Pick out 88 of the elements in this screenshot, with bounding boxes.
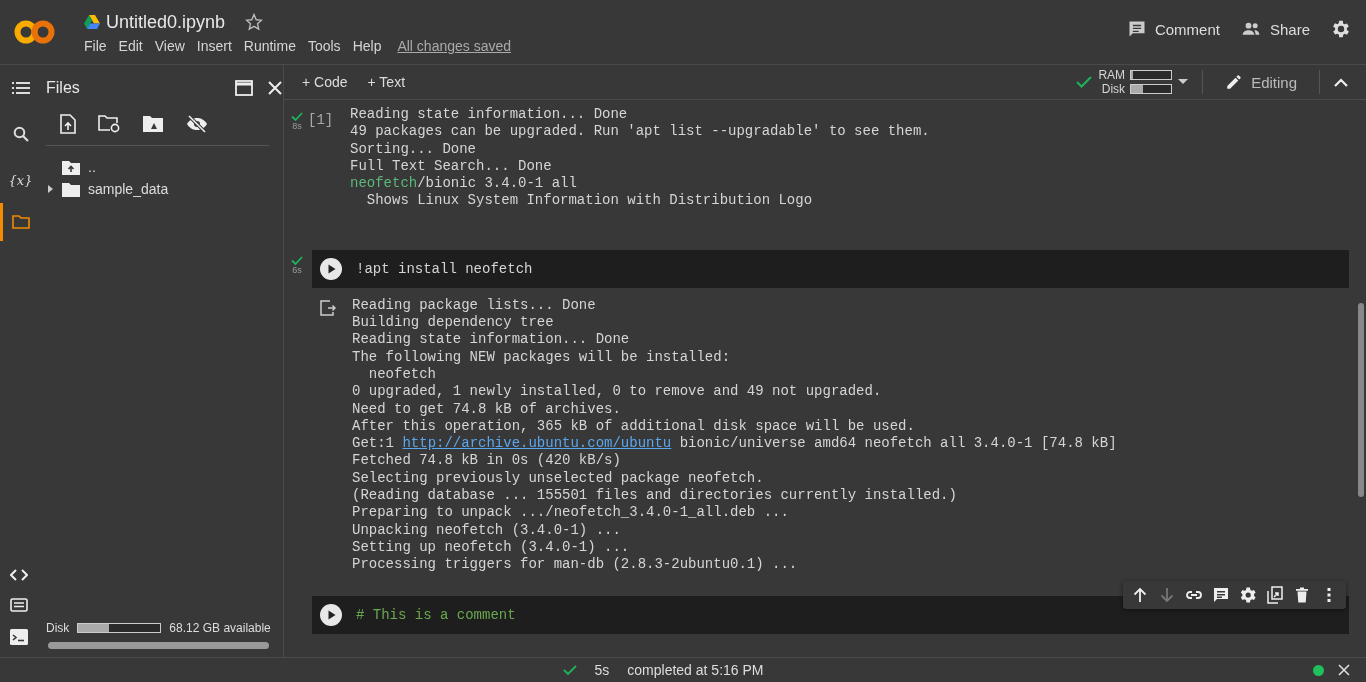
delete-icon[interactable]: [1293, 585, 1311, 604]
hidden-eye-icon[interactable]: [186, 115, 208, 133]
output-line: Building dependency tree: [352, 314, 555, 332]
run-time: 5s: [594, 662, 610, 678]
output-line: neofetch: [367, 365, 437, 384]
output-line: Processing triggers for man-db (2.8.3-2ubuntu0.1) ...: [352, 556, 799, 574]
comment-icon[interactable]: [1212, 585, 1230, 604]
notebook-title[interactable]: Untitled0.ipynb: [106, 11, 226, 33]
ram-label: RAM: [1098, 68, 1126, 82]
output-icon[interactable]: [320, 299, 336, 316]
code-cell[interactable]: # This is a comment: [312, 595, 1349, 634]
collapse-icon[interactable]: [1334, 77, 1348, 87]
output-line: The following NEW packages will be installed:: [352, 348, 732, 366]
output-line: After this operation, 365 kB of additional disk space will be used.: [352, 417, 916, 436]
arrow-up-icon[interactable]: [1131, 585, 1149, 604]
menu-item[interactable]: Runtime: [243, 38, 303, 54]
output-line: Fetched 74.8 kB in 0s (420 kB/s): [352, 452, 622, 470]
command-palette-icon[interactable]: [10, 598, 28, 612]
settings-icon[interactable]: [1330, 18, 1352, 40]
output-line: Need to get 74.8 kB of archives.: [352, 400, 622, 418]
run-button[interactable]: [320, 257, 342, 280]
parent-folder-icon: [62, 159, 80, 175]
code-text: !apt install neofetch: [356, 260, 533, 277]
file-tree-item[interactable]: sample_data: [46, 178, 283, 200]
output-line: Reading package lists... Done: [352, 296, 597, 315]
save-status-link[interactable]: All changes saved: [397, 38, 512, 54]
terminal-icon[interactable]: [10, 629, 28, 645]
disk-meter: [1130, 84, 1173, 94]
expand-arrow-icon[interactable]: [46, 185, 54, 193]
output-line: Reading state information... Done: [350, 106, 629, 124]
file-tree-item[interactable]: ..: [46, 156, 283, 178]
add-code-button[interactable]: + Code: [294, 74, 356, 90]
dropdown-caret-icon[interactable]: [1178, 79, 1189, 85]
comment-button[interactable]: Comment: [1126, 19, 1220, 39]
code-text: # This is a comment: [356, 606, 516, 623]
menu-item[interactable]: View: [154, 38, 192, 54]
menu-item[interactable]: File: [84, 38, 114, 54]
comment-icon: [1126, 19, 1147, 39]
disk-label: Disk: [1101, 82, 1126, 96]
window-icon[interactable]: [235, 80, 253, 96]
settings-icon[interactable]: [1239, 585, 1257, 604]
drive-icon: [84, 15, 100, 29]
disk-label: Disk: [46, 621, 70, 635]
ram-meter: [1130, 70, 1173, 80]
output-link[interactable]: http://archive.ubuntu.com/ubuntu: [402, 435, 672, 452]
mirror-cell-icon[interactable]: [1266, 585, 1284, 604]
code-icon[interactable]: [10, 569, 28, 581]
drive-folder-icon[interactable]: [142, 115, 164, 133]
refresh-folder-icon[interactable]: [98, 115, 120, 133]
scrollbar[interactable]: [48, 642, 269, 649]
panel-title: Files: [46, 79, 81, 97]
folder-icon: [62, 181, 80, 197]
output-line: Preparing to unpack .../neofetch_3.4.0-1_all.deb ...: [352, 504, 790, 522]
execution-time: 8s: [292, 121, 302, 131]
output-line: Selecting previously unselected package neofetch.: [352, 469, 765, 488]
star-icon[interactable]: [245, 13, 264, 31]
output-line: Full Text Search... Done: [350, 157, 553, 176]
share-button[interactable]: Share: [1239, 19, 1310, 39]
add-text-button[interactable]: + Text: [359, 74, 414, 90]
output-line: Reading state information... Done: [352, 331, 631, 349]
disk-available-text: 68.12 GB available: [169, 621, 271, 635]
output-line: 0 upgraded, 1 newly installed, 0 to remove and 49 not upgraded.: [352, 383, 883, 401]
editing-mode-button[interactable]: Editing: [1217, 73, 1305, 91]
upload-file-icon[interactable]: [60, 114, 76, 134]
scrollbar[interactable]: [1358, 303, 1364, 497]
close-icon[interactable]: [267, 80, 283, 96]
output-line: (Reading database ... 155501 files and directories currently installed.): [352, 487, 958, 505]
output-line: 49 packages can be upgraded. Run 'apt list --upgradable' to see them.: [350, 123, 930, 141]
variables-button[interactable]: {x}: [0, 157, 38, 203]
output-line: Unpacking neofetch (3.4.0-1) ...: [352, 521, 622, 539]
run-button[interactable]: [320, 603, 342, 626]
menu-item[interactable]: Help: [352, 38, 389, 54]
pencil-icon: [1225, 73, 1244, 91]
menu-item[interactable]: Tools: [307, 38, 348, 54]
execution-time: 6s: [292, 264, 302, 275]
menu-item[interactable]: Insert: [196, 38, 239, 54]
output-line: neofetch/bionic 3.4.0-1 all: [350, 175, 578, 193]
resources-button[interactable]: RAM Disk: [1076, 68, 1189, 96]
execution-count: [1]: [308, 111, 334, 128]
output-line: Setting up neofetch (3.4.0-1) ...: [352, 538, 631, 557]
close-icon[interactable]: [1338, 664, 1350, 676]
menu-item[interactable]: Edit: [118, 38, 150, 54]
output-line: Sorting... Done: [350, 140, 478, 158]
output-line: Get:1 http://archive.ubuntu.com/ubuntu bionic/universe amd64 neofetch all 3.4.0-1 [74.8 kB]: [352, 435, 1117, 453]
output-line: Shows Linux System Information with Distribution Logo: [365, 192, 814, 210]
logo-icon[interactable]: [14, 19, 56, 45]
code-cell[interactable]: !apt install neofetch: [312, 249, 1349, 288]
status-text: completed at 5:16 PM: [627, 662, 764, 678]
